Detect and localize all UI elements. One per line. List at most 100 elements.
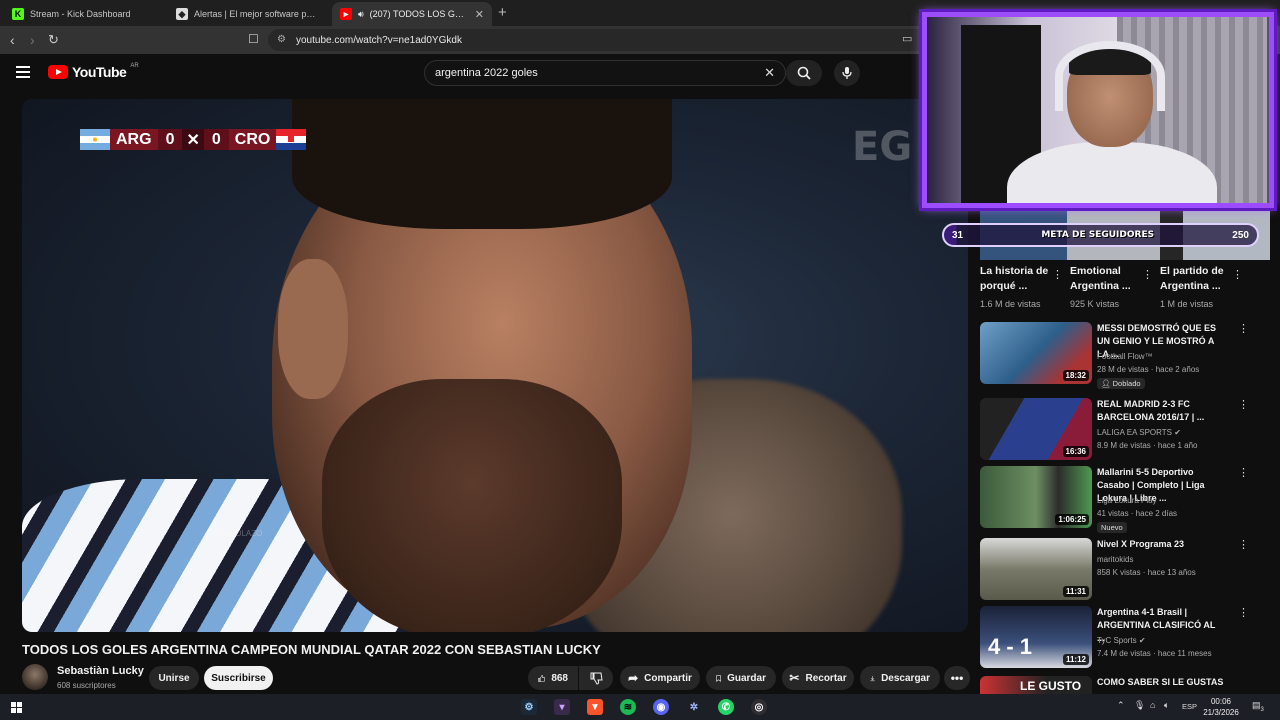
twitch-icon[interactable]: ▾ <box>554 699 570 715</box>
language-indicator[interactable]: ESP <box>1182 702 1197 711</box>
subscribe-label: Suscribirse <box>211 672 266 684</box>
horizontal-card-title: Emotional Argentina ... <box>1070 265 1131 292</box>
spotify-icon[interactable]: ≋ <box>620 699 636 715</box>
recommendation-item[interactable]: 1:06:25 Mallarini 5-5 Deportivo Casabo |… <box>980 466 1270 533</box>
brave-browser-icon[interactable]: ▼ <box>587 699 603 715</box>
menu-icon[interactable] <box>16 66 30 78</box>
microphone-tray-icon[interactable]: 🎙︎ <box>1134 700 1145 711</box>
recommendation-channel: LALIGA EA SPORTS ✔ <box>1097 428 1181 437</box>
match-scoreboard: ARG 0 ✕ 0 CRO <box>80 128 307 151</box>
tab-alertas[interactable]: ◆ Alertas | El mejor software para poten… <box>168 2 328 26</box>
horizontal-card[interactable]: El partido de Argentina ... 1 M de vista… <box>1160 264 1250 309</box>
close-tab-icon[interactable]: ✕ <box>475 8 484 21</box>
notification-center-icon[interactable]: ▤3 <box>1252 700 1264 713</box>
url-text: youtube.com/watch?v=ne1ad0YGkdk <box>296 34 462 46</box>
share-label: Compartir <box>644 672 692 684</box>
alert-box-icon: ◆ <box>176 8 188 20</box>
video-thumbnail[interactable]: 11:31 <box>980 538 1092 600</box>
recommendation-item[interactable]: 4 - 1 11:12 Argentina 4-1 Brasil | ARGEN… <box>980 606 1270 670</box>
recommendation-item[interactable]: LE GUSTO COMO SABER SI LE GUSTAS <box>980 676 1270 694</box>
video-thumbnail[interactable]: LE GUSTO <box>980 676 1092 694</box>
new-tab-button[interactable]: + <box>498 4 507 21</box>
recommendation-title: Nivel X Programa 23 <box>1097 539 1185 549</box>
youtube-logo[interactable]: YouTube AR <box>48 63 139 80</box>
forward-arrow-icon[interactable]: › <box>30 32 35 48</box>
tab-kick-dashboard[interactable]: K Stream - Kick Dashboard <box>4 2 164 26</box>
more-actions-button[interactable]: ••• <box>944 666 970 690</box>
verified-check-icon: ✔ <box>1138 636 1146 645</box>
video-thumbnail[interactable]: 4 - 1 11:12 <box>980 606 1092 668</box>
whatsapp-icon[interactable]: ✆ <box>718 699 734 715</box>
like-button[interactable]: 868 <box>528 666 578 690</box>
goal-label: META DE SEGUIDORES <box>1041 230 1155 240</box>
horizontal-card[interactable]: Emotional Argentina ... 925 K vistas ⋮ <box>1070 264 1160 309</box>
settings-gear-icon[interactable]: ✲ <box>686 699 702 715</box>
chevron-up-icon[interactable]: ⌃ <box>1117 700 1125 711</box>
system-clock[interactable]: 00:06 21/3/2026 <box>1196 696 1246 718</box>
url-field[interactable]: ⚙ youtube.com/watch?v=ne1ad0YGkdk <box>268 29 928 51</box>
more-vertical-icon[interactable]: ⋮ <box>1142 268 1153 281</box>
join-label: Unirse <box>158 672 190 684</box>
bookmark-save-icon <box>716 674 721 682</box>
search-button[interactable] <box>786 60 822 86</box>
thumbs-down-icon <box>590 672 603 685</box>
recommendation-item[interactable]: 11:31 Nivel X Programa 23 maritokids 858… <box>980 538 1270 602</box>
more-vertical-icon[interactable]: ⋮ <box>1238 538 1249 551</box>
follower-goal-bar: 31 META DE SEGUIDORES 250 <box>942 223 1259 247</box>
recommendation-title: COMO SABER SI LE GUSTAS <box>1097 677 1224 687</box>
steam-icon[interactable]: ⚙ <box>521 699 537 715</box>
more-vertical-icon[interactable]: ⋮ <box>1238 466 1249 479</box>
tab-youtube-video[interactable]: ▶ 🔊︎ (207) TODOS LOS GOLES ARGENTINA ✕ <box>332 2 492 26</box>
voice-search-button[interactable] <box>834 60 860 86</box>
clip-button[interactable]: ✂ Recortar <box>782 666 854 690</box>
join-button[interactable]: Unirse <box>149 666 199 690</box>
team-b-code: CRO <box>234 130 271 148</box>
video-thumbnail[interactable]: 18:32 <box>980 322 1092 384</box>
obs-studio-icon[interactable]: ◎ <box>751 699 767 715</box>
more-vertical-icon[interactable]: ⋮ <box>1238 322 1249 335</box>
video-player[interactable]: ARG 0 ✕ 0 CRO EG @ELBOLAZO <box>22 99 968 632</box>
recommendation-item[interactable]: 18:32 MESSI DEMOSTRÓ QUE ES UN GENIO Y L… <box>980 322 1270 389</box>
horizontal-card-views: 1.6 M de vistas <box>980 299 1041 309</box>
more-vertical-icon[interactable]: ⋮ <box>1238 606 1249 619</box>
youtube-play-logo-icon <box>48 65 68 79</box>
badge-label: Doblado <box>1112 379 1141 388</box>
new-badge: Nuevo <box>1097 522 1127 533</box>
more-vertical-icon[interactable]: ⋮ <box>1232 268 1243 281</box>
video-overlay-handle: @ELBOLAZO <box>212 529 263 538</box>
video-thumbnail[interactable]: 16:36 <box>980 398 1092 460</box>
verified-check-icon: ✔ <box>1174 428 1181 437</box>
site-info-icon[interactable]: ⚙ <box>277 34 286 45</box>
subscribe-button[interactable]: Suscribirse <box>204 666 273 690</box>
network-icon[interactable]: ⌂ <box>1150 700 1155 710</box>
clear-search-icon[interactable]: ✕ <box>764 65 775 81</box>
search-input[interactable]: argentina 2022 goles ✕ <box>424 60 786 86</box>
bookmark-icon[interactable]: ☐ <box>248 32 259 46</box>
more-vertical-icon[interactable]: ⋮ <box>1238 398 1249 411</box>
recommendation-meta: 858 K vistas · hace 13 años <box>1097 568 1196 577</box>
more-vertical-icon[interactable]: ⋮ <box>1052 268 1063 281</box>
back-arrow-icon[interactable]: ‹ <box>10 32 15 48</box>
save-button[interactable]: Guardar <box>706 666 776 690</box>
horizontal-card[interactable]: La historia de porqué ... 1.6 M de vista… <box>980 264 1070 309</box>
channel-avatar[interactable] <box>22 664 48 690</box>
discord-icon[interactable]: ◉ <box>653 699 669 715</box>
volume-icon[interactable]: 🔈︎ <box>1164 700 1169 711</box>
recommendation-title: REAL MADRID 2-3 FC BARCELONA 2016/17 | .… <box>1097 399 1205 422</box>
windows-start-icon[interactable] <box>8 699 24 715</box>
reload-icon[interactable]: ↻ <box>48 32 59 48</box>
cast-icon[interactable]: ▭ <box>902 32 912 45</box>
share-arrow-icon: ➦ <box>628 671 639 685</box>
youtube-icon: ▶ <box>340 8 352 20</box>
channel-label: LALIGA EA SPORTS <box>1097 428 1172 437</box>
recommendation-item[interactable]: 16:36 REAL MADRID 2-3 FC BARCELONA 2016/… <box>980 398 1270 462</box>
horizontal-card-title: El partido de Argentina ... <box>1160 265 1224 292</box>
tab-label: Alertas | El mejor software para potenci… <box>194 9 320 19</box>
dislike-button[interactable] <box>579 666 613 690</box>
share-button[interactable]: ➦ Compartir <box>620 666 700 690</box>
video-thumbnail[interactable]: 1:06:25 <box>980 466 1092 528</box>
channel-name[interactable]: Sebastiàn Lucky <box>57 665 144 677</box>
download-button[interactable]: Descargar <box>860 666 940 690</box>
scissors-icon: ✂ <box>789 671 800 685</box>
streamer-body <box>1007 142 1217 203</box>
